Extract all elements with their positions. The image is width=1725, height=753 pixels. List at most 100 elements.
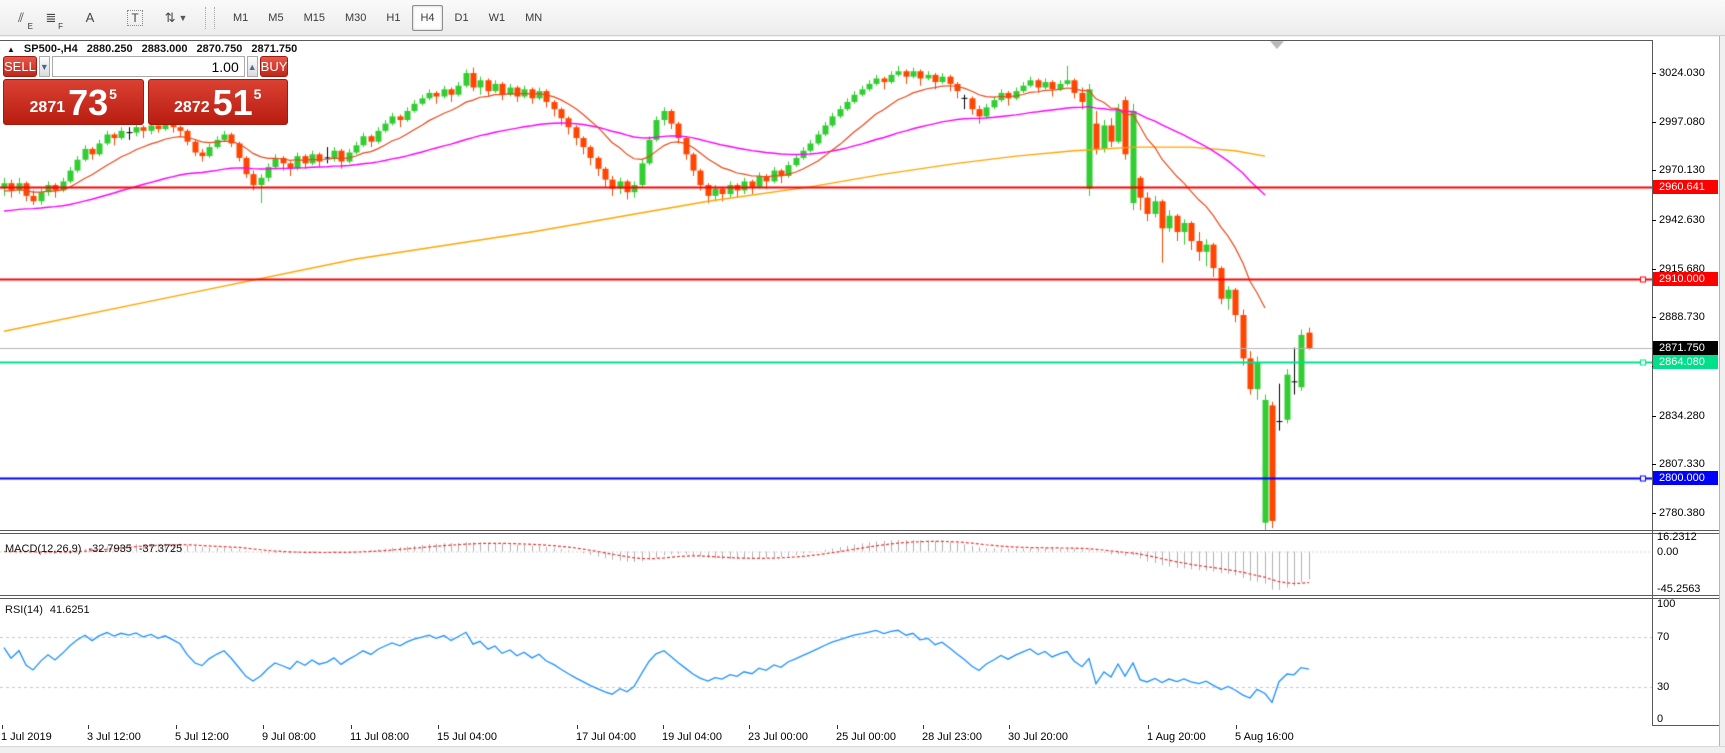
- buy-price-prefix: 2872: [174, 99, 210, 117]
- price-tick-label: 2942.630: [1652, 214, 1718, 227]
- time-tick-label: 30 Jul 20:00: [1008, 731, 1068, 743]
- macd-axis-label: 16.2312: [1652, 532, 1718, 543]
- time-tick-mark: [438, 725, 439, 729]
- macd-signal-value: -37.3725: [139, 543, 182, 555]
- time-tick-label: 11 Jul 08:00: [350, 731, 409, 743]
- macd-axis-label: -45.2563: [1652, 584, 1718, 595]
- price-tick-label: 2807.330: [1652, 458, 1718, 471]
- fibonacci-lines-tool-button[interactable]: ≣ F: [37, 4, 65, 32]
- time-tick-label: 19 Jul 04:00: [662, 731, 722, 743]
- current-price-label: 2871.750: [1653, 341, 1718, 355]
- rsi-axis-label: 30: [1652, 682, 1718, 693]
- volume-input[interactable]: [52, 56, 245, 77]
- fibonacci-icon-letter: F: [58, 22, 63, 31]
- ohlc-open: 2880.250: [87, 43, 133, 55]
- toolbar-separator-grip: [205, 7, 215, 29]
- price-tick-label: 2780.380: [1652, 507, 1718, 520]
- ohlc-high: 2883.000: [142, 43, 188, 55]
- channel-icon-letter: E: [28, 22, 33, 31]
- timeframe-button-m5[interactable]: M5: [260, 5, 291, 31]
- level-price-label: 2960.641: [1653, 180, 1718, 194]
- mt4-trading-window: { "toolbar": { "tools": [ {"name":"equid…: [0, 0, 1725, 752]
- time-tick-mark: [837, 725, 838, 729]
- time-tick-label: 17 Jul 04:00: [576, 731, 636, 743]
- price-tick-label: 3024.030: [1652, 67, 1718, 80]
- time-tick-label: 9 Jul 08:00: [262, 731, 316, 743]
- time-tick-label: 23 Jul 00:00: [748, 731, 808, 743]
- panel-collapse-arrow-icon[interactable]: ▲: [7, 45, 15, 54]
- arrows-tool-icon: ⇅: [165, 10, 176, 26]
- timeframe-button-w1[interactable]: W1: [481, 5, 514, 31]
- equidistant-channel-tool-button[interactable]: ⫽ E: [7, 4, 35, 32]
- time-tick-label: 1 Aug 20:00: [1147, 731, 1206, 743]
- macd-label-row: MACD(12,26,9) -32.7935 -37.3725: [5, 543, 182, 555]
- rsi-axis-label: 0: [1652, 714, 1718, 725]
- sell-price-box[interactable]: 2871 73 5: [3, 79, 144, 125]
- time-tick-mark: [663, 725, 664, 729]
- time-tick-label: 15 Jul 04:00: [437, 731, 497, 743]
- level-price-label: 2910.000: [1653, 272, 1718, 286]
- arrows-tool-button[interactable]: ⇅ ▼: [162, 4, 190, 32]
- level-price-label: 2800.000: [1653, 471, 1718, 485]
- rsi-indicator-canvas[interactable]: [0, 598, 1652, 725]
- macd-splitter-top[interactable]: [0, 530, 1719, 531]
- price-tick-label: 2888.730: [1652, 311, 1718, 324]
- buy-price-sup: 5: [254, 86, 262, 102]
- arrows-dropdown-caret-icon[interactable]: ▼: [178, 13, 187, 23]
- equidistant-channel-icon: ⫽: [18, 10, 24, 26]
- time-tick-mark: [577, 725, 578, 729]
- timeframe-button-h4[interactable]: H4: [412, 5, 442, 31]
- sell-button[interactable]: SELL: [3, 56, 37, 77]
- rsi-label-row: RSI(14) 41.6251: [5, 604, 90, 616]
- time-tick-mark: [1148, 725, 1149, 729]
- time-tick-label: 28 Jul 23:00: [922, 731, 982, 743]
- buy-price-big: 51: [213, 86, 253, 120]
- sell-price-big: 73: [68, 86, 108, 120]
- top-toolbar: ⫽ E ≣ F A T ⇅ ▼ M1M5M15M30H1H4D1W1MN: [0, 0, 1725, 36]
- price-tick-label: 2834.280: [1652, 410, 1718, 423]
- time-tick-mark: [88, 725, 89, 729]
- time-tick-mark: [1236, 725, 1237, 729]
- time-tick-mark: [263, 725, 264, 729]
- macd-indicator-canvas[interactable]: [0, 533, 1652, 595]
- chart-top-border: [0, 40, 1652, 41]
- timeframe-button-group: M1M5M15M30H1H4D1W1MN: [223, 5, 552, 31]
- macd-splitter-bottom[interactable]: [0, 533, 1719, 534]
- price-tick-label: 2997.080: [1652, 116, 1718, 129]
- rsi-value: 41.6251: [50, 604, 90, 616]
- time-tick-mark: [176, 725, 177, 729]
- window-right-frame: [1719, 36, 1725, 752]
- timeframe-button-m30[interactable]: M30: [337, 5, 374, 31]
- time-tick-mark: [2, 725, 3, 729]
- price-axis: 3024.0302997.0802970.1302942.6302915.680…: [1652, 0, 1719, 752]
- time-tick-label: 5 Jul 12:00: [175, 731, 229, 743]
- symbol-period-label: SP500-,H4: [24, 43, 78, 55]
- rsi-splitter-bottom[interactable]: [0, 598, 1719, 599]
- text-tool-button[interactable]: A: [76, 4, 104, 32]
- buy-price-box[interactable]: 2872 51 5: [148, 79, 289, 125]
- time-tick-label: 3 Jul 12:00: [87, 731, 141, 743]
- text-label-tool-button[interactable]: T: [121, 4, 149, 32]
- time-tick-label: 1 Jul 2019: [1, 731, 52, 743]
- buy-button[interactable]: BUY: [260, 56, 289, 77]
- level-price-label: 2864.080: [1653, 355, 1718, 369]
- volume-increase-button[interactable]: ▲: [247, 56, 258, 77]
- rsi-axis-label: 70: [1652, 632, 1718, 643]
- time-tick-label: 25 Jul 00:00: [836, 731, 896, 743]
- macd-name-label: MACD(12,26,9): [5, 543, 81, 555]
- ohlc-low: 2870.750: [197, 43, 243, 55]
- time-tick-mark: [923, 725, 924, 729]
- chart-title-row: ▲ SP500-,H4 2880.250 2883.000 2870.750 2…: [7, 43, 297, 55]
- text-tool-icon: A: [86, 10, 95, 25]
- text-label-icon: T: [127, 10, 142, 26]
- timeframe-button-mn[interactable]: MN: [517, 5, 550, 31]
- time-tick-mark: [1009, 725, 1010, 729]
- timeframe-button-h1[interactable]: H1: [378, 5, 408, 31]
- timeframe-button-m15[interactable]: M15: [296, 5, 333, 31]
- rsi-splitter-top[interactable]: [0, 595, 1719, 596]
- timeframe-button-m1[interactable]: M1: [225, 5, 256, 31]
- one-click-trading-panel: SELL ▼ ▲ BUY 2871 73 5 2872 51 5: [3, 56, 288, 125]
- fibonacci-icon: ≣: [46, 10, 57, 26]
- timeframe-button-d1[interactable]: D1: [447, 5, 477, 31]
- volume-decrease-button[interactable]: ▼: [39, 56, 50, 77]
